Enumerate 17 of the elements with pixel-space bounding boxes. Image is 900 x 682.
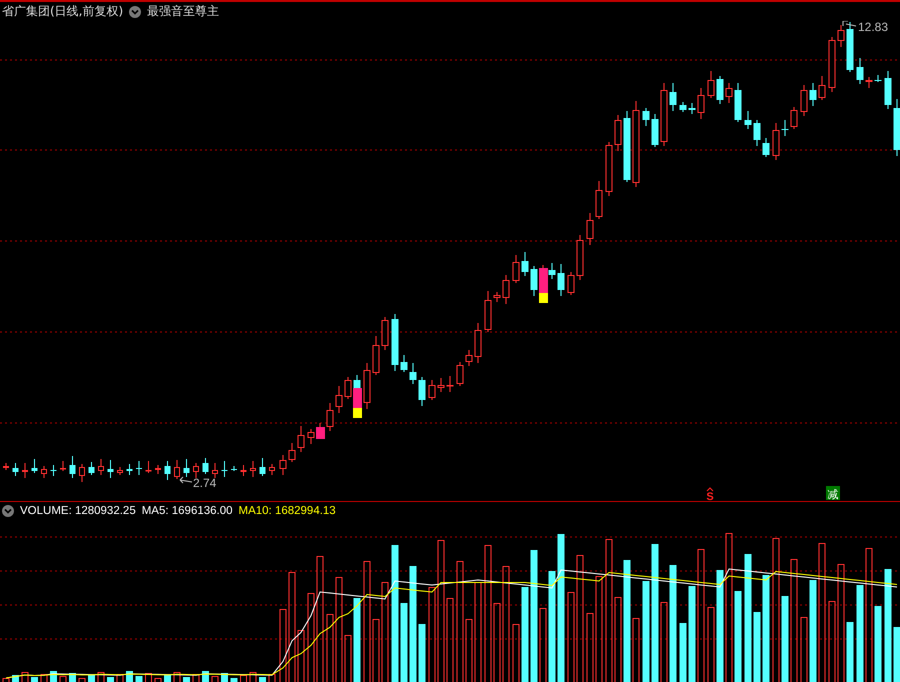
- stock-title: 省广集团(日线,前复权): [2, 3, 124, 20]
- leader-line: [842, 21, 856, 26]
- legend-text: MA5: 1696136.00: [142, 504, 233, 516]
- signal-label: S: [706, 491, 714, 501]
- arrow-up-icon: [706, 487, 714, 492]
- leader-line: [180, 476, 192, 484]
- legend-text: VOLUME: 1280932.25: [20, 504, 136, 516]
- signal-badge: 减: [826, 486, 840, 501]
- highlight-marker: [539, 268, 548, 303]
- low-price-label: 2.74: [193, 476, 216, 490]
- dropdown-icon[interactable]: [129, 6, 142, 18]
- high-price-label: 12.83: [858, 21, 888, 34]
- indicator-name: 最强音至尊主: [147, 3, 220, 20]
- legend-text: MA10: 1682994.13: [238, 504, 336, 516]
- highlight-marker: [316, 427, 325, 439]
- dropdown-icon[interactable]: [2, 504, 14, 516]
- highlight-marker: [353, 388, 362, 418]
